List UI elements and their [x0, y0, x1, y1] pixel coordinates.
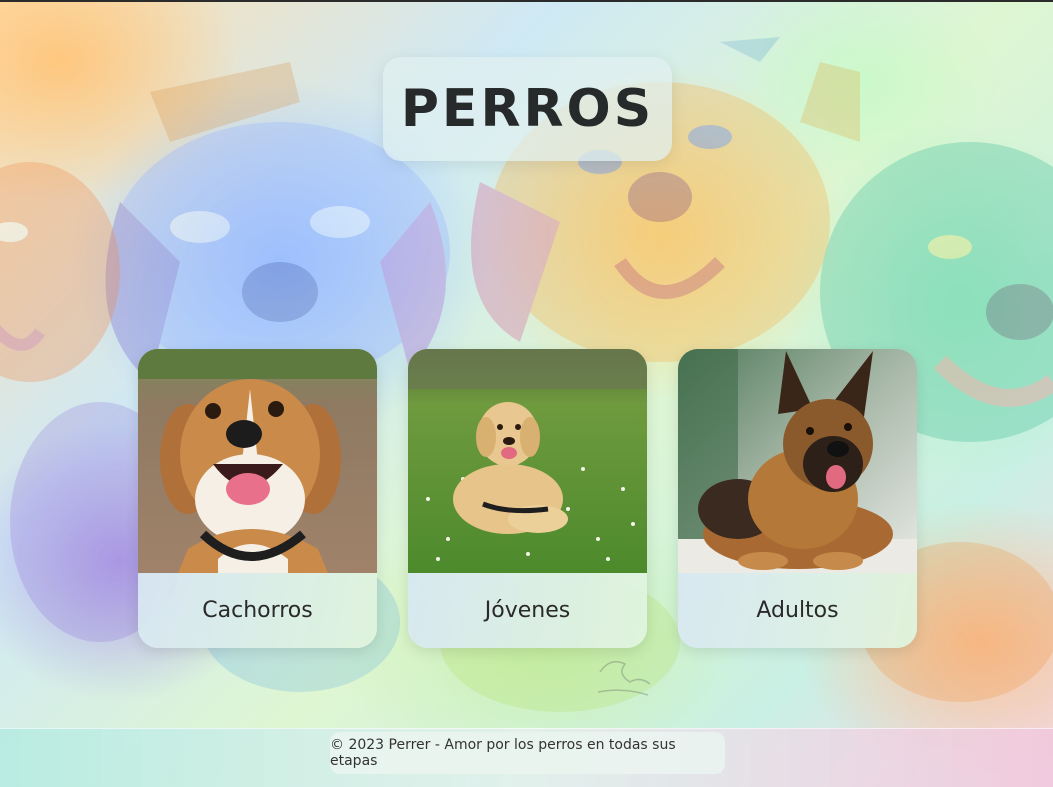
- footer: © 2023 Perrer - Amor por los perros en t…: [330, 732, 725, 774]
- card-cachorros[interactable]: Cachorros: [138, 349, 377, 648]
- card-label: Adultos: [678, 573, 917, 648]
- card-jovenes[interactable]: Jóvenes: [408, 349, 647, 648]
- card-label: Cachorros: [138, 573, 377, 648]
- page-title: PERROS: [400, 79, 655, 139]
- golden-retriever-photo: [408, 349, 647, 573]
- german-shepherd-photo: [678, 349, 917, 573]
- app-root: PERROS Cachorros Jóvenes Adultos © 2023 …: [0, 0, 1053, 787]
- card-label: Jóvenes: [408, 573, 647, 648]
- beagle-puppy-photo: [138, 349, 377, 573]
- title-panel: PERROS: [383, 57, 672, 161]
- footer-text: © 2023 Perrer - Amor por los perros en t…: [330, 737, 676, 769]
- card-adultos[interactable]: Adultos: [678, 349, 917, 648]
